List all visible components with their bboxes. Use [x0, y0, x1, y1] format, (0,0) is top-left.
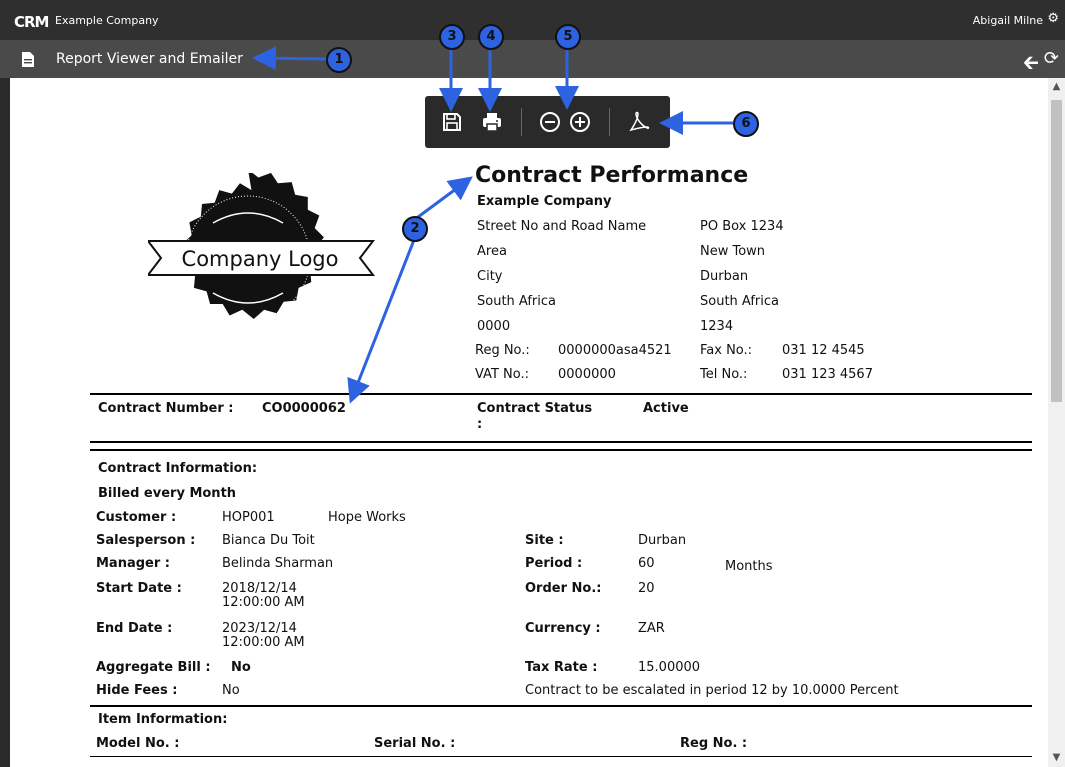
callout-marker: 5 [555, 24, 581, 50]
callout-marker: 1 [326, 47, 352, 73]
callout-marker: 3 [439, 24, 465, 50]
callout-marker: 6 [733, 111, 759, 137]
callout-marker: 2 [402, 216, 428, 242]
callout-marker: 4 [478, 24, 504, 50]
annotation-arrows [252, 46, 733, 404]
